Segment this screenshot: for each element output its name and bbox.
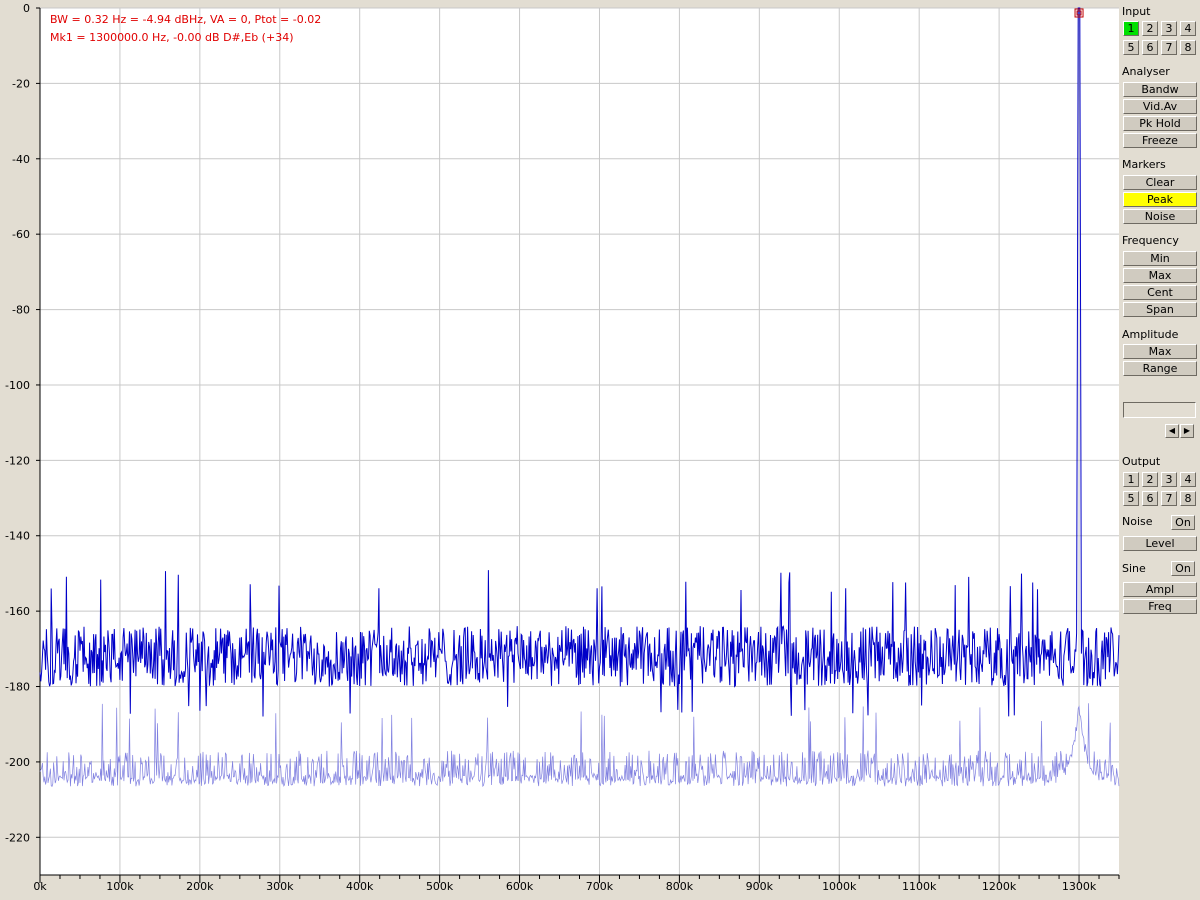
y-tick-label: -180 bbox=[5, 681, 30, 694]
input-1-button[interactable]: 1 bbox=[1123, 21, 1139, 36]
y-tick-label: -20 bbox=[12, 77, 30, 90]
noise-marker-button[interactable]: Noise bbox=[1123, 209, 1197, 224]
sine-freq-button[interactable]: Freq bbox=[1123, 599, 1197, 614]
output-1-button[interactable]: 1 bbox=[1123, 472, 1139, 487]
output-5-button[interactable]: 5 bbox=[1123, 491, 1139, 506]
markers-section-title: Markers bbox=[1122, 158, 1166, 171]
output-4-button[interactable]: 4 bbox=[1180, 472, 1196, 487]
frequency-section-title: Frequency bbox=[1122, 234, 1179, 247]
freq-max-button[interactable]: Max bbox=[1123, 268, 1197, 283]
peak-button[interactable]: Peak bbox=[1123, 192, 1197, 207]
freeze-button[interactable]: Freeze bbox=[1123, 133, 1197, 148]
input-7-button[interactable]: 7 bbox=[1161, 40, 1177, 55]
spectrum-plot[interactable]: 0 -20 -40 -60 -80 -100 -120 -140 -160 -180 -200 -22… bbox=[0, 0, 1120, 900]
y-tick-label: -100 bbox=[5, 379, 30, 392]
amp-range-button[interactable]: Range bbox=[1123, 361, 1197, 376]
pk-hold-button[interactable]: Pk Hold bbox=[1123, 116, 1197, 131]
freq-span-button[interactable]: Span bbox=[1123, 302, 1197, 317]
y-tick-label: -120 bbox=[5, 454, 30, 467]
y-tick-label: -220 bbox=[5, 831, 30, 844]
sine-ampl-button[interactable]: Ampl bbox=[1123, 582, 1197, 597]
x-axis-labels: 0k 100k 200k 300k 400k 500k 600k 700k 800k 900k 10… bbox=[33, 875, 1120, 893]
y-tick-label: -60 bbox=[12, 228, 30, 241]
bandw-button[interactable]: Bandw bbox=[1123, 82, 1197, 97]
y-tick-label: -40 bbox=[12, 153, 30, 166]
input-section-title: Input bbox=[1122, 5, 1151, 18]
amplitude-section-title: Amplitude bbox=[1122, 328, 1179, 341]
arrow-right-icon[interactable]: ▶ bbox=[1180, 424, 1194, 438]
vid-av-button[interactable]: Vid.Av bbox=[1123, 99, 1197, 114]
value-input[interactable] bbox=[1123, 402, 1196, 418]
input-6-button[interactable]: 6 bbox=[1142, 40, 1158, 55]
plot-area[interactable] bbox=[40, 8, 1119, 875]
freq-cent-button[interactable]: Cent bbox=[1123, 285, 1197, 300]
input-4-button[interactable]: 4 bbox=[1180, 21, 1196, 36]
arrow-left-icon[interactable]: ◀ bbox=[1165, 424, 1179, 438]
output-3-button[interactable]: 3 bbox=[1161, 472, 1177, 487]
output-8-button[interactable]: 8 bbox=[1180, 491, 1196, 506]
readout-line-2: Mk1 = 1300000.0 Hz, -0.00 dB D#,Eb (+34) bbox=[50, 31, 293, 44]
y-tick-label: -200 bbox=[5, 756, 30, 769]
y-tick-label: -140 bbox=[5, 530, 30, 543]
input-2-button[interactable]: 2 bbox=[1142, 21, 1158, 36]
analyser-section-title: Analyser bbox=[1122, 65, 1170, 78]
output-6-button[interactable]: 6 bbox=[1142, 491, 1158, 506]
output-2-button[interactable]: 2 bbox=[1142, 472, 1158, 487]
readout-line-1: BW = 0.32 Hz = -4.94 dBHz, VA = 0, Ptot … bbox=[50, 13, 321, 26]
input-3-button[interactable]: 3 bbox=[1161, 21, 1177, 36]
freq-min-button[interactable]: Min bbox=[1123, 251, 1197, 266]
output-section-title: Output bbox=[1122, 455, 1161, 468]
y-tick-label: 0 bbox=[23, 2, 30, 15]
clear-button[interactable]: Clear bbox=[1123, 175, 1197, 190]
sine-section-title: Sine bbox=[1122, 562, 1146, 575]
noise-section-title: Noise bbox=[1122, 515, 1153, 528]
sine-on-toggle[interactable]: On bbox=[1171, 561, 1195, 576]
control-panel: Input 1 2 3 4 5 6 7 8 Analyser Bandw Vid… bbox=[1120, 0, 1200, 900]
input-5-button[interactable]: 5 bbox=[1123, 40, 1139, 55]
input-8-button[interactable]: 8 bbox=[1180, 40, 1196, 55]
noise-level-button[interactable]: Level bbox=[1123, 536, 1197, 551]
noise-on-toggle[interactable]: On bbox=[1171, 515, 1195, 530]
y-axis-labels: 0 -20 -40 -60 -80 -100 -120 -140 -160 -180 -200 -22… bbox=[5, 2, 40, 844]
output-7-button[interactable]: 7 bbox=[1161, 491, 1177, 506]
y-tick-label: -80 bbox=[12, 304, 30, 317]
y-tick-label: -160 bbox=[5, 605, 30, 618]
amp-max-button[interactable]: Max bbox=[1123, 344, 1197, 359]
